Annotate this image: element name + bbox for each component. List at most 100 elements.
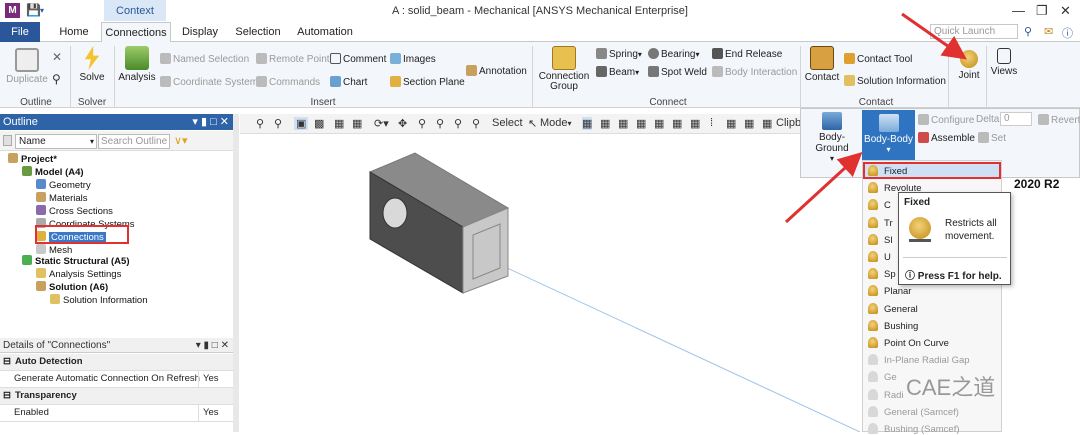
quick-launch-input[interactable]: Quick Launch — [930, 24, 1018, 39]
select-face-icon[interactable]: ▦ — [618, 117, 628, 130]
select-vertex-icon[interactable]: ▦ — [582, 117, 593, 130]
joint-type-item[interactable]: U — [868, 251, 891, 263]
property-value[interactable]: Yes — [198, 371, 233, 387]
solution-information-button[interactable]: Solution Information — [844, 75, 946, 87]
remote-point-button[interactable]: Remote Point — [256, 53, 330, 65]
tree-item[interactable]: Geometry — [36, 179, 91, 191]
contact-button[interactable]: Contact — [804, 46, 840, 83]
select-all-icon[interactable]: ▦ — [726, 117, 736, 130]
details-section-transparency[interactable]: ⊟ Transparency — [0, 388, 233, 405]
zoom-fit-icon[interactable]: ⚲ — [454, 117, 462, 130]
mode-dropdown[interactable]: Mode▾ — [540, 117, 572, 129]
joint-type-item[interactable]: Sl — [868, 233, 892, 246]
magnifier-icon[interactable]: ⚲ — [472, 117, 480, 130]
joint-type-item[interactable]: Bushing (Samcef) — [868, 423, 960, 435]
connection-group-button[interactable]: Connection Group — [538, 46, 590, 92]
joint-type-item[interactable]: Bushing — [868, 319, 918, 332]
comment-button[interactable]: Comment — [330, 53, 386, 65]
shaded-view-icon[interactable]: ▩ — [314, 117, 324, 130]
joint-type-item[interactable]: General — [868, 302, 918, 315]
joint-type-item[interactable]: In-Plane Radial Gap — [868, 354, 970, 366]
tree-item[interactable]: Cross Sections — [36, 205, 113, 217]
named-selection-button[interactable]: Named Selection — [160, 53, 249, 65]
tree-item[interactable]: Analysis Settings — [36, 268, 121, 280]
tree-item[interactable]: Solution Information — [50, 294, 148, 306]
outline-search-input[interactable]: Search Outline — [98, 134, 170, 149]
joint-type-item[interactable]: Fixed — [868, 165, 907, 177]
tree-item[interactable]: Static Structural (A5) — [22, 255, 130, 267]
contact-tool-button[interactable]: Contact Tool — [844, 53, 912, 65]
tree-item[interactable]: Connections — [36, 231, 106, 243]
tab-selection[interactable]: Selection — [232, 22, 284, 42]
zoom-in-icon[interactable]: ⚲ — [256, 117, 264, 130]
select-button[interactable]: Select — [492, 117, 523, 129]
spot-weld-button[interactable]: Spot Weld — [648, 66, 707, 78]
close-icon[interactable]: ✕ — [1060, 3, 1071, 19]
select-mode-icon[interactable]: ↖ — [528, 117, 537, 130]
zoom-out-icon[interactable]: ⚲ — [274, 117, 282, 130]
joint-type-item[interactable]: Sp — [868, 268, 896, 280]
annotation-button[interactable]: Annotation — [466, 65, 527, 77]
set-button[interactable]: Set — [978, 132, 1006, 144]
restore-icon[interactable]: ❐ — [1036, 3, 1048, 19]
zoom-icon[interactable]: ⚲ — [418, 117, 426, 130]
feedback-icon[interactable]: ✉ — [1044, 25, 1053, 38]
end-release-button[interactable]: End Release — [712, 48, 782, 60]
tab-file[interactable]: File — [0, 22, 40, 42]
tab-display[interactable]: Display — [178, 22, 222, 42]
joint-type-item[interactable]: Tr — [868, 216, 893, 229]
rotate-icon[interactable]: ⟳▾ — [374, 117, 389, 130]
joint-type-item[interactable]: Radi — [868, 388, 904, 401]
beam-button[interactable]: Beam▾ — [596, 66, 639, 78]
tree-item[interactable]: Materials — [36, 192, 88, 204]
duplicate-button[interactable]: Duplicate — [6, 48, 48, 85]
tab-automation[interactable]: Automation — [294, 22, 356, 42]
joint-type-item[interactable]: Planar — [868, 285, 911, 297]
tree-item[interactable]: Coordinate Systems — [36, 218, 135, 230]
joint-type-item[interactable]: General (Samcef) — [868, 405, 959, 418]
property-value[interactable]: Yes — [198, 405, 233, 421]
chart-button[interactable]: Chart — [330, 76, 367, 88]
images-button[interactable]: Images — [390, 53, 436, 65]
wireframe-icon[interactable]: ▦ — [334, 117, 344, 130]
select-mesh-icon[interactable]: ▦ — [744, 117, 754, 130]
delete-icon[interactable]: ✕ — [52, 50, 62, 64]
revert-button[interactable]: Revert — [1038, 114, 1080, 126]
panel-controls-icon[interactable]: ▾ ▮ □ ✕ — [196, 338, 229, 353]
tab-connections[interactable]: Connections — [101, 22, 171, 43]
details-row[interactable]: Generate Automatic Connection On Refresh… — [0, 371, 233, 388]
solve-button[interactable]: Solve — [76, 46, 108, 83]
select-body-icon[interactable]: ▦ — [636, 117, 646, 130]
body-ground-button[interactable]: Body-Ground ▾ — [804, 112, 860, 163]
clipboard-button[interactable]: Clipb — [776, 117, 801, 129]
collapse-icon[interactable]: ⊟ — [3, 390, 11, 401]
panel-controls-icon[interactable]: ▾ ▮ □ ✕ — [192, 114, 229, 130]
tree-filter-icon[interactable] — [3, 135, 12, 146]
joint-type-item[interactable]: Ge — [868, 371, 897, 383]
views-button[interactable]: Views — [990, 48, 1018, 77]
clipboard-icon[interactable]: ▦ — [762, 117, 772, 130]
minimize-icon[interactable]: — — [1012, 3, 1025, 18]
details-row[interactable]: Enabled Yes — [0, 405, 233, 422]
zoom-box-icon[interactable]: ⚲ — [436, 117, 444, 130]
search-icon[interactable]: ⚲ — [1024, 25, 1032, 38]
help-icon[interactable]: ⓘ — [1062, 25, 1073, 41]
select-element-face-icon[interactable]: ▦ — [690, 117, 700, 130]
select-element-icon[interactable]: ▦ — [672, 117, 682, 130]
tab-home[interactable]: Home — [52, 22, 96, 42]
tree-item[interactable]: Project* — [8, 153, 57, 165]
assemble-button[interactable]: Assemble — [918, 132, 975, 144]
iso-view-icon[interactable]: ▣ — [294, 117, 309, 130]
select-edge-icon[interactable]: ▦ — [600, 117, 610, 130]
coordinate-system-button[interactable]: Coordinate System — [160, 76, 258, 88]
panel-splitter[interactable] — [233, 114, 239, 432]
joint-type-item[interactable]: C — [868, 199, 891, 211]
commands-button[interactable]: Commands — [256, 76, 320, 88]
analysis-button[interactable]: Analysis — [118, 46, 156, 83]
body-body-button[interactable]: Body-Body ▾ — [862, 110, 915, 160]
collapse-icon[interactable]: ⊟ — [3, 356, 11, 367]
joint-button[interactable]: Joint — [954, 44, 984, 90]
pan-icon[interactable]: ✥ — [398, 117, 407, 130]
search-options-icon[interactable]: ∨▾ — [174, 134, 188, 147]
delta-input[interactable]: 0 — [1000, 112, 1032, 126]
